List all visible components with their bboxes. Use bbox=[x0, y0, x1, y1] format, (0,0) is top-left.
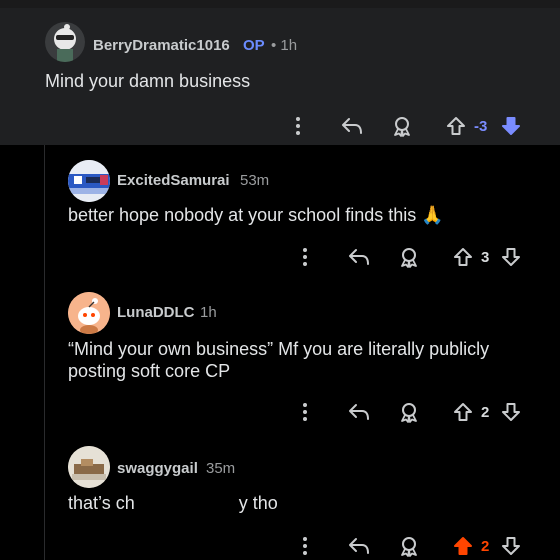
vote-count: 2 bbox=[481, 404, 490, 421]
avatar[interactable] bbox=[68, 292, 110, 334]
downvote-arrow-icon[interactable] bbox=[499, 245, 523, 269]
previous-comment-action-row bbox=[0, 0, 560, 8]
comment-thread: BerryDramatic1016 OP • 1h Mind your damn… bbox=[0, 0, 560, 560]
parent-comment[interactable]: BerryDramatic1016 OP • 1h Mind your damn… bbox=[0, 8, 560, 145]
more-vertical-icon[interactable] bbox=[290, 114, 306, 138]
comment-timestamp: • 1h bbox=[271, 37, 298, 54]
award-icon[interactable] bbox=[397, 245, 421, 269]
downvote-arrow-icon[interactable] bbox=[499, 400, 523, 424]
more-vertical-icon[interactable] bbox=[297, 534, 313, 558]
upvote-arrow-icon[interactable] bbox=[444, 114, 468, 138]
award-icon[interactable] bbox=[390, 114, 414, 138]
comment-timestamp: 53m bbox=[240, 172, 270, 189]
comment-username[interactable]: LunaDDLC bbox=[117, 304, 195, 321]
comment-body-start: that’s ch bbox=[68, 493, 135, 513]
more-vertical-icon[interactable] bbox=[297, 245, 313, 269]
more-vertical-icon[interactable] bbox=[297, 400, 313, 424]
comment-body: “Mind your own business” Mf you are lite… bbox=[68, 339, 490, 381]
vote-count: -3 bbox=[474, 118, 488, 135]
avatar[interactable] bbox=[68, 446, 110, 488]
reply-arrow-icon[interactable] bbox=[347, 245, 371, 269]
award-icon[interactable] bbox=[397, 400, 421, 424]
reply-arrow-icon[interactable] bbox=[347, 400, 371, 424]
vote-count: 2 bbox=[481, 538, 490, 555]
censor-redaction bbox=[134, 488, 238, 516]
avatar[interactable] bbox=[68, 160, 110, 202]
upvote-arrow-icon[interactable] bbox=[451, 245, 475, 269]
op-badge: OP bbox=[243, 37, 265, 54]
thread-line[interactable] bbox=[44, 145, 45, 560]
avatar[interactable] bbox=[45, 22, 85, 62]
downvote-arrow-icon[interactable] bbox=[499, 114, 523, 138]
upvote-arrow-icon[interactable] bbox=[451, 534, 475, 558]
comment-body: Mind your damn business bbox=[45, 71, 251, 91]
comment-body: better hope nobody at your school finds … bbox=[68, 205, 444, 225]
comment-username[interactable]: BerryDramatic1016 bbox=[93, 37, 230, 54]
downvote-arrow-icon[interactable] bbox=[499, 534, 523, 558]
vote-count: 3 bbox=[481, 249, 490, 266]
award-icon[interactable] bbox=[397, 534, 421, 558]
comment-username[interactable]: swaggygail bbox=[117, 460, 198, 477]
comment-username[interactable]: ExcitedSamurai bbox=[117, 172, 230, 189]
upvote-arrow-icon[interactable] bbox=[451, 400, 475, 424]
comment-timestamp: 35m bbox=[206, 460, 236, 477]
reply-arrow-icon[interactable] bbox=[340, 114, 364, 138]
comment-timestamp: 1h bbox=[200, 304, 217, 321]
reply-arrow-icon[interactable] bbox=[347, 534, 371, 558]
